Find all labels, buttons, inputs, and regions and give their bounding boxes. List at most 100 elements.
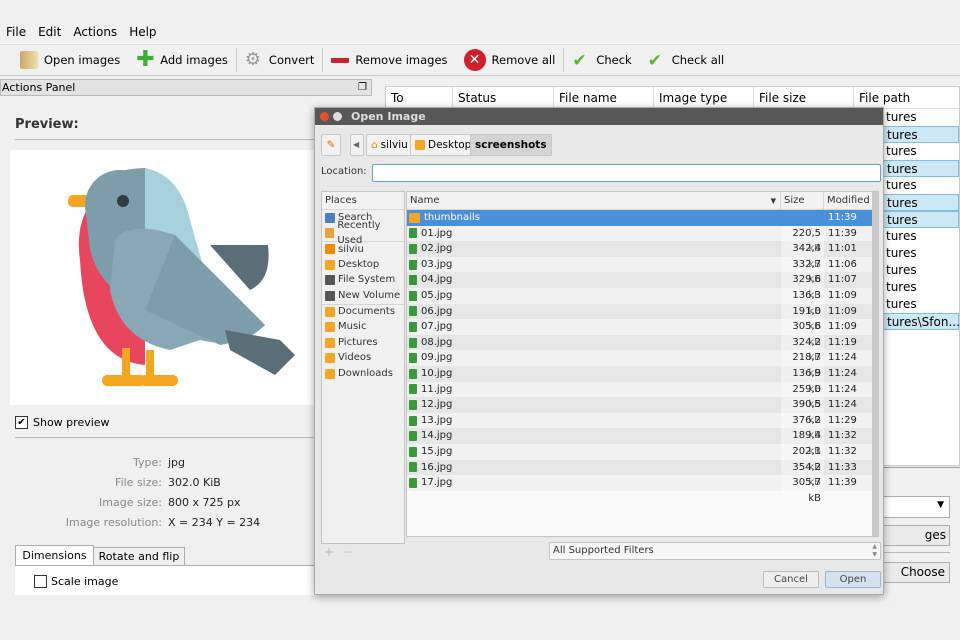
file-path-cell: tures	[886, 229, 917, 243]
place-pictures[interactable]: Pictures	[322, 335, 404, 351]
file-row[interactable]: 06.jpg 191,0 kB 11:09	[407, 303, 878, 332]
add-images-button[interactable]: ✚ Add images	[128, 46, 236, 74]
place-documents[interactable]: Documents	[322, 303, 404, 320]
file-row[interactable]: 09.jpg 218,7 kB 11:24	[407, 350, 878, 379]
column-name[interactable]: Name ▼	[407, 192, 781, 209]
file-path-cell: tures	[887, 213, 918, 227]
file-row[interactable]: 01.jpg 220,5 kB 11:39	[407, 225, 878, 254]
file-row[interactable]: 05.jpg 136,3 kB 11:09	[407, 287, 878, 317]
column-size[interactable]: Size	[781, 192, 824, 209]
folder-icon	[20, 51, 38, 69]
place-label: Pictures	[338, 336, 378, 348]
float-panel-icon[interactable]: ❐	[358, 80, 367, 95]
remove-bookmark-button[interactable]: −	[343, 545, 353, 559]
place-new-volume[interactable]: New Volume	[322, 288, 404, 304]
scale-image-checkbox[interactable]: Scale image	[34, 575, 118, 588]
file-row[interactable]: 10.jpg 136,9 kB 11:24	[407, 365, 878, 395]
file-size-cell: 305,7 kB	[781, 475, 824, 504]
remove-images-button[interactable]: Remove images	[323, 46, 455, 74]
file-size-cell: 305,6 kB	[781, 319, 824, 348]
column-to-convert[interactable]: To convert	[386, 87, 453, 119]
tab-rotate-flip[interactable]: Rotate and flip	[93, 547, 185, 566]
check-button[interactable]: ✔ Check	[564, 46, 639, 74]
location-input[interactable]	[372, 164, 881, 182]
column-file-path[interactable]: File path	[854, 87, 959, 108]
file-filter-select[interactable]: All Supported Filters ▲ ▼	[549, 542, 881, 560]
scrollbar[interactable]	[872, 192, 878, 536]
column-name-label: Name	[410, 195, 440, 206]
file-name: 14.jpg	[421, 430, 453, 442]
format-dropdown[interactable]: ▼	[880, 496, 950, 518]
check-all-button[interactable]: ✔ Check all	[640, 46, 732, 74]
open-images-label: Open images	[44, 53, 121, 67]
breadcrumb-desktop[interactable]: Desktop	[410, 134, 477, 156]
file-row[interactable]: 13.jpg 376,2 kB 11:29	[407, 412, 878, 441]
place-label: New Volume	[338, 289, 401, 301]
pictures-icon	[325, 337, 335, 348]
image-file-icon	[409, 368, 417, 379]
file-row[interactable]: 02.jpg 342,4 kB 11:01	[407, 241, 878, 270]
file-row[interactable]: 17.jpg 305,7 kB 11:39	[407, 475, 878, 504]
desktop-icon	[415, 140, 425, 150]
file-name: 01.jpg	[421, 227, 453, 239]
file-row[interactable]: 14.jpg 189,4 kB 11:32	[407, 428, 878, 457]
file-modified-cell: 11:06	[828, 258, 857, 270]
column-modified[interactable]: Modified	[824, 192, 874, 209]
column-status[interactable]: Status	[453, 87, 554, 108]
breadcrumb-screenshots[interactable]: screenshots	[470, 134, 552, 156]
edit-location-button[interactable]: ✎	[321, 134, 341, 156]
open-images-button[interactable]: Open images	[12, 46, 128, 74]
file-row[interactable]: 08.jpg 324,2 kB 11:19	[407, 334, 878, 363]
cancel-button[interactable]: Cancel	[763, 571, 819, 588]
file-row[interactable]: 03.jpg 332,7 kB 11:06	[407, 256, 878, 285]
convert-button[interactable]: ⚙ Convert	[237, 46, 322, 74]
breadcrumb-back-button[interactable]: ◀	[350, 134, 364, 156]
file-row[interactable]: 15.jpg 202,1 kB 11:32	[407, 443, 878, 473]
file-row[interactable]: 04.jpg 329,6 kB 11:07	[407, 272, 878, 301]
add-bookmark-button[interactable]: +	[324, 545, 334, 559]
column-file-size[interactable]: File size	[754, 87, 854, 108]
bird-illustration	[68, 168, 295, 386]
close-icon[interactable]	[320, 112, 329, 121]
file-name: 07.jpg	[421, 321, 453, 333]
show-preview-checkbox[interactable]: ✔ Show preview	[15, 416, 110, 429]
images-settings-button[interactable]: ges settings	[880, 525, 950, 546]
minus-icon	[331, 57, 350, 63]
image-file-icon	[409, 228, 417, 239]
menu-edit[interactable]: Edit	[32, 22, 67, 42]
place-file-system[interactable]: File System	[322, 272, 404, 288]
tab-dimensions[interactable]: Dimensions	[15, 545, 94, 566]
remove-all-button[interactable]: ✕ Remove all	[456, 46, 564, 74]
place-downloads[interactable]: Downloads	[322, 366, 404, 382]
menu-help[interactable]: Help	[123, 22, 162, 42]
place-videos[interactable]: Videos	[322, 350, 404, 366]
info-label: Image size:	[99, 496, 162, 509]
image-file-icon	[409, 259, 417, 270]
breadcrumb-silviu[interactable]: ⌂ silviu	[366, 134, 413, 156]
file-row[interactable]: 11.jpg 259,0 kB 11:24	[407, 381, 878, 410]
choose-color-button[interactable]: Choose color	[880, 562, 950, 583]
file-row[interactable]: 12.jpg 390,5 kB 11:24	[407, 397, 878, 426]
file-path-cell: tures	[886, 144, 917, 158]
place-music[interactable]: Music	[322, 319, 404, 335]
minimize-icon[interactable]	[333, 112, 342, 121]
dialog-title: Open Image	[351, 110, 426, 123]
file-path-cell: tures	[886, 246, 917, 260]
file-modified-cell: 11:07	[828, 274, 857, 286]
place-desktop[interactable]: Desktop	[322, 257, 404, 273]
column-image-type[interactable]: Image type	[654, 87, 754, 108]
file-row[interactable]: thumbnails 11:39	[407, 210, 878, 226]
menu-actions[interactable]: Actions	[67, 22, 123, 42]
file-row[interactable]: 16.jpg 354,2 kB 11:33	[407, 459, 878, 488]
check-label: Check	[596, 53, 632, 67]
file-modified-cell: 11:29	[828, 414, 857, 426]
file-row[interactable]: 07.jpg 305,6 kB 11:09	[407, 319, 878, 348]
file-modified-cell: 11:33	[828, 461, 857, 473]
open-button[interactable]: Open	[825, 571, 881, 588]
column-file-name[interactable]: File name	[554, 87, 654, 108]
place-recently-used[interactable]: Recently Used	[322, 220, 404, 246]
file-size-cell: 354,2 kB	[781, 459, 824, 488]
menu-file[interactable]: File	[0, 22, 32, 42]
remove-images-label: Remove images	[355, 53, 448, 67]
scale-image-label: Scale image	[51, 575, 119, 588]
